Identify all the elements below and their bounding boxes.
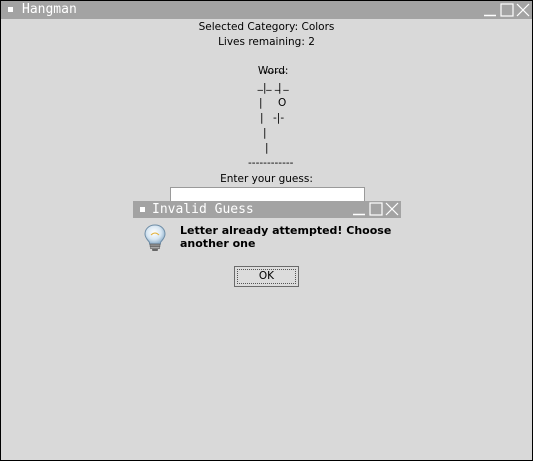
gallows-pole: |	[263, 82, 267, 94]
close-icon[interactable]	[385, 202, 399, 216]
maximize-icon[interactable]	[369, 202, 383, 216]
gallows-pole: |	[265, 142, 269, 154]
gallows-pole: |	[259, 97, 263, 109]
gallows-pole: |	[263, 127, 267, 139]
lives-label: Lives remaining: 2	[218, 36, 315, 48]
gallows-base: ------------	[248, 157, 294, 169]
dialog-message: Letter already attempted! Choose another…	[180, 224, 392, 250]
window-menu-icon[interactable]	[8, 7, 13, 12]
title-bar[interactable]: Hangman	[1, 1, 532, 19]
category-label: Selected Category: Colors	[198, 21, 335, 33]
window-title: Hangman	[22, 2, 77, 17]
dialog-title: Invalid Guess	[152, 202, 254, 217]
minimize-icon[interactable]	[352, 202, 366, 216]
dialog-title-bar[interactable]: Invalid Guess	[133, 201, 401, 218]
guess-input[interactable]	[170, 187, 365, 202]
ok-button-label: OK	[258, 270, 275, 282]
invalid-guess-dialog: Invalid Guess Letter already attempted! …	[133, 201, 401, 295]
guess-prompt: Enter your guess:	[220, 173, 313, 185]
hangman-body: -|-	[273, 112, 285, 124]
ok-button[interactable]: OK	[234, 266, 299, 287]
maximize-icon[interactable]	[500, 3, 514, 17]
lightbulb-icon	[142, 223, 168, 253]
gallows-top-bar: ------	[263, 66, 286, 78]
close-icon[interactable]	[516, 3, 530, 17]
gallows-pole: |	[260, 112, 264, 124]
hangman-head: O	[278, 97, 287, 109]
minimize-icon[interactable]	[483, 3, 497, 17]
gallows-rope: |	[278, 82, 282, 94]
dialog-menu-icon[interactable]	[140, 207, 145, 212]
